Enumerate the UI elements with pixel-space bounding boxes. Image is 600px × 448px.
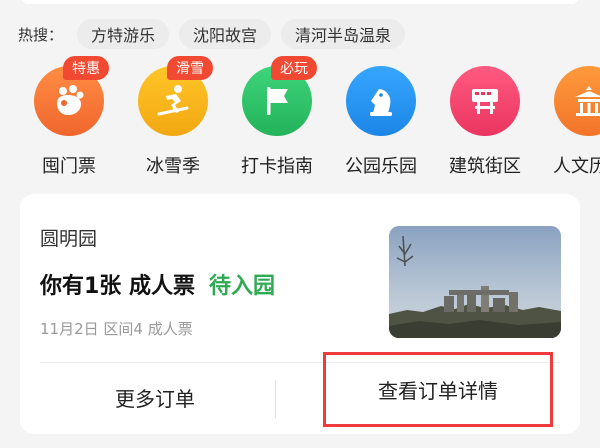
- hot-search-chip[interactable]: 沈阳故宫: [179, 19, 272, 49]
- hot-search-bar: 热搜： 方特游乐 沈阳故宫 清河半岛温泉: [18, 18, 415, 50]
- order-card[interactable]: 圆明园 你有1张 成人票 待入园 11月2日 区间4 成人票 更多订单 查看订单…: [20, 194, 580, 434]
- attraction-name: 圆明园: [40, 228, 98, 250]
- category-tickets[interactable]: 特惠 囤门票: [17, 56, 121, 182]
- ticket-detail: 11月2日 区间4 成人票: [40, 320, 193, 338]
- hot-search-chip[interactable]: 清河半岛温泉: [281, 19, 406, 49]
- category-label: 囤门票: [42, 156, 96, 177]
- category-label: 公园乐园: [345, 156, 417, 177]
- order-status: 待入园: [208, 274, 275, 299]
- category-badge: 特惠: [63, 56, 109, 80]
- category-label: 建筑街区: [449, 156, 521, 177]
- category-park[interactable]: 公园乐园: [329, 58, 433, 182]
- category-architecture[interactable]: 建筑街区: [433, 58, 537, 182]
- category-culture[interactable]: 人文历史: [537, 58, 600, 182]
- more-orders-button[interactable]: 更多订单: [40, 364, 270, 430]
- category-label: 打卡指南: [241, 156, 313, 177]
- attraction-photo: [389, 226, 561, 338]
- view-order-details-button[interactable]: 查看订单详情: [323, 352, 553, 427]
- category-badge: 滑雪: [167, 56, 213, 80]
- chess-knight-icon: [346, 66, 416, 136]
- top-card-remnant: [20, 0, 580, 4]
- category-label: 冰雪季: [146, 156, 200, 177]
- ticket-summary: 你有1张 成人票 待入园: [40, 268, 275, 300]
- temple-icon: [554, 66, 600, 136]
- category-snow[interactable]: 滑雪 冰雪季: [121, 56, 225, 182]
- category-row: 特惠 囤门票 滑雪 冰雪季 必玩 打卡指南 公园乐园 建筑街区 人文历史: [0, 56, 600, 182]
- category-badge: 必玩: [271, 56, 317, 80]
- category-checkin[interactable]: 必玩 打卡指南: [225, 56, 329, 182]
- ticket-count-text: 你有1张 成人票: [40, 274, 195, 299]
- hot-search-chip[interactable]: 方特游乐: [77, 19, 170, 49]
- category-label: 人文历史: [553, 156, 600, 177]
- hot-search-label: 热搜：: [18, 25, 64, 44]
- signboard-icon: [450, 66, 520, 136]
- button-separator: [275, 380, 276, 418]
